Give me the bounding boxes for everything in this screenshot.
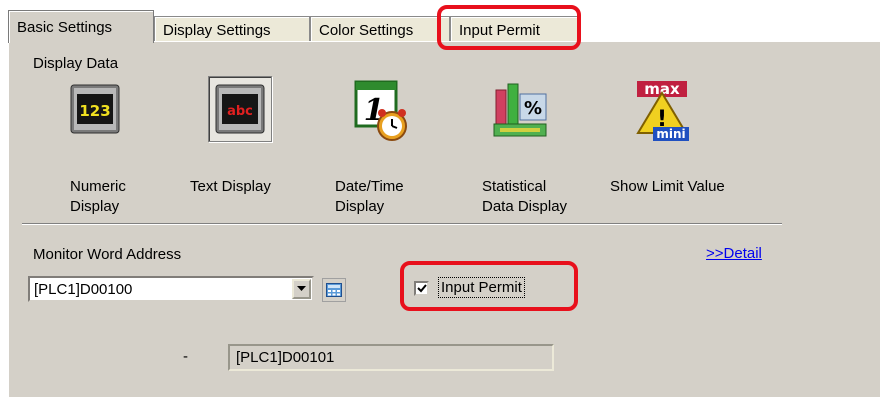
caption-line: Display (335, 198, 385, 215)
monitor-address-value: [PLC1]D00100 (34, 281, 133, 298)
tab-label: Display Settings (163, 22, 271, 39)
section-divider (22, 223, 782, 225)
text-display-button[interactable]: abc (208, 76, 272, 142)
second-address-value: [PLC1]D00101 (236, 349, 335, 366)
address-separator: - (183, 348, 188, 365)
text-display-icon: abc (215, 84, 265, 134)
second-address-field: [PLC1]D00101 (228, 344, 554, 371)
date-time-display-button[interactable]: 1 (348, 76, 414, 146)
detail-link[interactable]: >>Detail (706, 245, 762, 262)
statistical-data-display-icon: % (493, 83, 547, 137)
address-input-button[interactable] (322, 278, 346, 302)
caption-line: Numeric (70, 178, 126, 195)
tab-display-settings[interactable]: Display Settings (154, 16, 310, 42)
monitor-address-combobox[interactable]: [PLC1]D00100 (28, 276, 314, 302)
numeric-display-caption: Numeric Display (70, 177, 126, 217)
tab-label: Basic Settings (17, 19, 113, 36)
input-permit-tab-highlight (437, 5, 581, 50)
date-time-display-icon: 1 (354, 80, 407, 141)
show-limit-value-icon: max ! mini (636, 80, 689, 141)
tab-basic-settings[interactable]: Basic Settings (8, 10, 154, 43)
caption-line: Display (70, 198, 120, 215)
monitor-word-address-label: Monitor Word Address (33, 246, 182, 263)
input-permit-checkbox-highlight (400, 261, 578, 311)
show-limit-value-button[interactable]: max ! mini (630, 78, 694, 144)
svg-text:123: 123 (79, 102, 110, 120)
caption-line: Statistical (482, 178, 547, 195)
caption-line: Text Display (190, 178, 271, 195)
caption-line: Show Limit Value (610, 178, 725, 195)
chevron-down-icon (297, 286, 306, 291)
svg-text:abc: abc (227, 104, 253, 119)
statistical-data-display-button[interactable]: % (488, 78, 552, 140)
tab-label: Color Settings (319, 22, 414, 39)
display-data-heading: Display Data (33, 55, 119, 72)
statistical-data-display-caption: Statistical Data Display (482, 177, 567, 217)
caption-line: Data Display (482, 198, 568, 215)
numeric-display-icon: 123 (70, 84, 120, 134)
dropdown-arrow-button[interactable] (292, 279, 311, 299)
text-display-caption: Text Display (190, 177, 271, 197)
caption-line: Date/Time (335, 178, 404, 195)
keypad-icon (326, 283, 342, 297)
svg-text:mini: mini (656, 127, 685, 141)
settings-dialog: Basic Settings Display Settings Color Se… (0, 0, 880, 397)
show-limit-value-caption: Show Limit Value (610, 177, 725, 197)
tab-color-settings[interactable]: Color Settings (310, 16, 450, 42)
svg-text:%: % (524, 98, 542, 119)
numeric-display-button[interactable]: 123 (65, 78, 125, 140)
date-time-display-caption: Date/Time Display (335, 177, 404, 217)
